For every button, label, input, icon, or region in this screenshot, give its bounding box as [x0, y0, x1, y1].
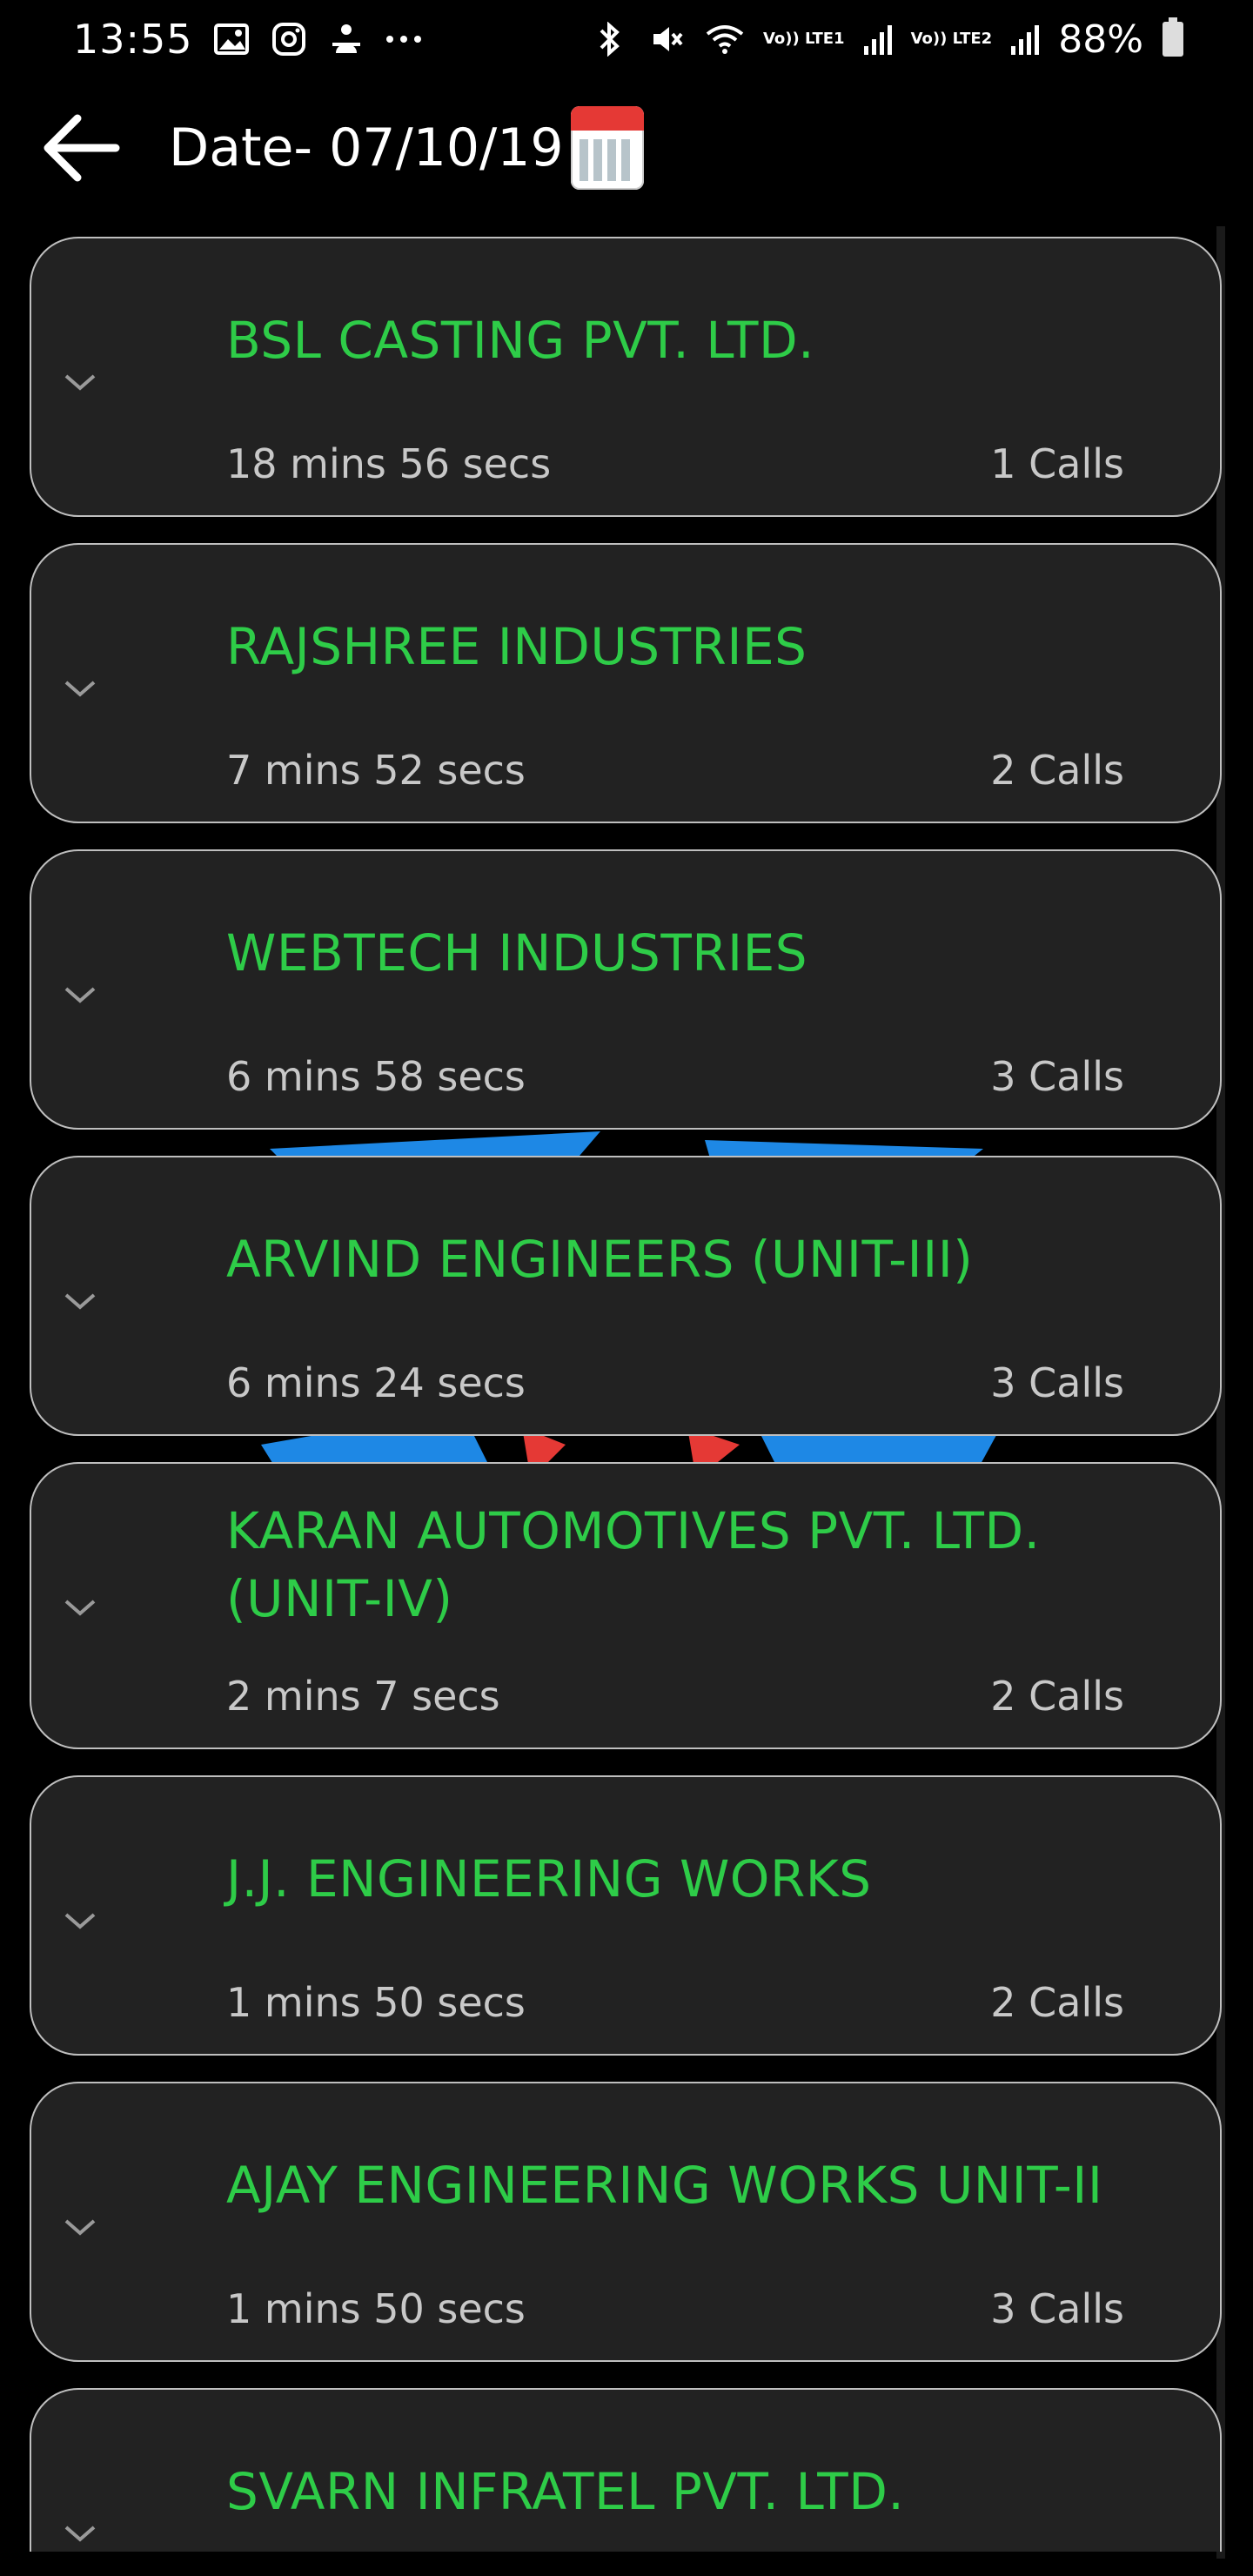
list-item[interactable]: SVARN INFRATEL PVT. LTD. — [30, 2388, 1222, 2552]
company-call-list[interactable]: BSL CASTING PVT. LTD. 18 mins 56 secs 1 … — [30, 237, 1223, 2552]
arrow-left-icon — [44, 114, 120, 182]
list-item[interactable]: RAJSHREE INDUSTRIES 7 mins 52 secs 2 Cal… — [30, 543, 1222, 823]
status-bar: 13:55 Vo)) LTE1 Vo)) LTE2 88% — [0, 0, 1253, 78]
list-item[interactable]: AJAY ENGINEERING WORKS UNIT-II 1 mins 50… — [30, 2082, 1222, 2362]
call-count: 3 Calls — [990, 1359, 1124, 1406]
back-button[interactable] — [38, 104, 125, 191]
notification-app-icon — [327, 20, 365, 58]
call-count: 3 Calls — [990, 2285, 1124, 2332]
call-duration: 18 mins 56 secs — [226, 440, 552, 487]
status-time: 13:55 — [73, 16, 193, 63]
call-duration: 1 mins 50 secs — [226, 2285, 526, 2332]
signal-icon-2 — [1011, 23, 1040, 55]
bluetooth-icon — [591, 20, 629, 58]
list-item[interactable]: J.J. ENGINEERING WORKS 1 mins 50 secs 2 … — [30, 1775, 1222, 2056]
company-name: SVARN INFRATEL PVT. LTD. — [226, 2462, 905, 2521]
chevron-down-icon[interactable] — [63, 1594, 97, 1620]
company-name: BSL CASTING PVT. LTD. — [226, 311, 815, 370]
calendar-icon[interactable] — [570, 106, 644, 190]
instagram-icon — [270, 20, 308, 58]
call-count: 3 Calls — [990, 1053, 1124, 1100]
more-dots-icon — [385, 20, 423, 58]
app-bar: Date- 07/10/19 — [0, 87, 1253, 209]
chevron-down-icon[interactable] — [63, 982, 97, 1008]
chevron-down-icon[interactable] — [63, 675, 97, 701]
call-count: 1 Calls — [990, 440, 1124, 487]
company-name: J.J. ENGINEERING WORKS — [226, 1849, 872, 1909]
wifi-icon — [706, 20, 744, 58]
list-item[interactable]: ARVIND ENGINEERS (UNIT-III) 6 mins 24 se… — [30, 1156, 1222, 1436]
signal-icon — [863, 23, 892, 55]
call-duration: 1 mins 50 secs — [226, 1979, 526, 2026]
chevron-down-icon[interactable] — [63, 2214, 97, 2240]
lte1-label: Vo)) LTE1 — [762, 30, 845, 48]
list-item[interactable]: KARAN AUTOMOTIVES PVT. LTD. (UNIT-IV) 2 … — [30, 1462, 1222, 1749]
call-count: 2 Calls — [990, 1673, 1124, 1720]
chevron-down-icon[interactable] — [63, 369, 97, 395]
company-name: WEBTECH INDUSTRIES — [226, 923, 808, 983]
lte2-label: Vo)) LTE2 — [910, 30, 993, 48]
call-duration: 6 mins 58 secs — [226, 1053, 526, 1100]
mute-icon — [648, 20, 687, 58]
company-name: AJAY ENGINEERING WORKS UNIT-II — [226, 2156, 1103, 2215]
call-count: 2 Calls — [990, 747, 1124, 794]
battery-percent: 88% — [1058, 17, 1143, 62]
chevron-down-icon[interactable] — [63, 1908, 97, 1934]
company-name: ARVIND ENGINEERS (UNIT-III) — [226, 1230, 974, 1289]
call-duration: 7 mins 52 secs — [226, 747, 526, 794]
page-title: Date- 07/10/19 — [169, 117, 564, 178]
gallery-icon — [212, 20, 251, 58]
call-duration: 6 mins 24 secs — [226, 1359, 526, 1406]
call-duration: 2 mins 7 secs — [226, 1673, 500, 1720]
battery-icon — [1163, 17, 1183, 57]
chevron-down-icon[interactable] — [63, 2520, 97, 2546]
list-item[interactable]: BSL CASTING PVT. LTD. 18 mins 56 secs 1 … — [30, 237, 1222, 517]
company-name: KARAN AUTOMOTIVES PVT. LTD. (UNIT-IV) — [226, 1501, 1041, 1628]
status-left: 13:55 — [73, 16, 423, 63]
chevron-down-icon[interactable] — [63, 1288, 97, 1314]
company-name: RAJSHREE INDUSTRIES — [226, 617, 807, 676]
status-right: Vo)) LTE1 Vo)) LTE2 88% — [591, 17, 1183, 62]
list-item[interactable]: WEBTECH INDUSTRIES 6 mins 58 secs 3 Call… — [30, 849, 1222, 1130]
call-count: 2 Calls — [990, 1979, 1124, 2026]
